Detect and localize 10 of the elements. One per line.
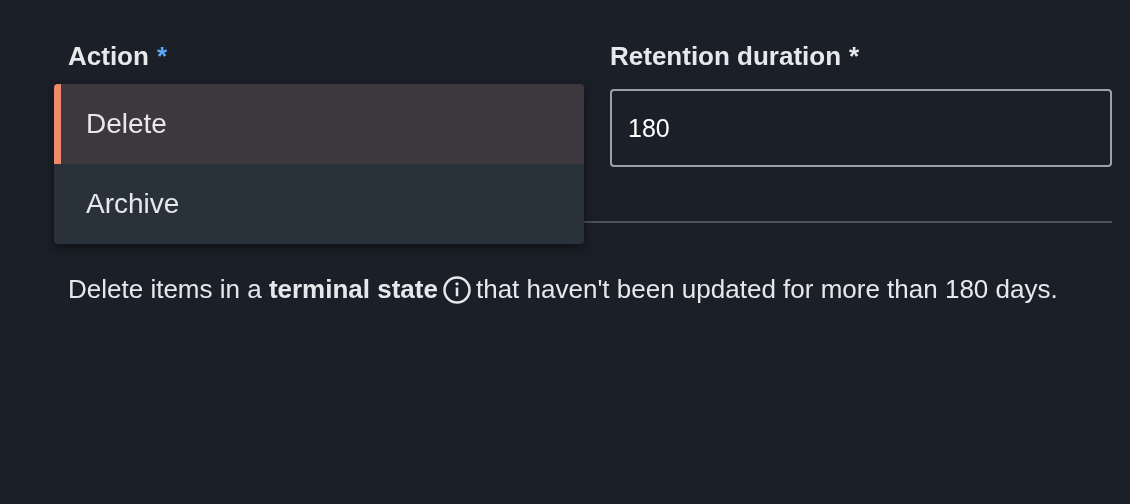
required-mark: * <box>849 40 860 72</box>
field-label: Retention duration <box>610 40 842 72</box>
required-mark: * <box>156 40 167 72</box>
field-label: Action <box>68 40 149 72</box>
description-text: Delete items in a terminal state <box>68 274 438 304</box>
description-text: that haven't been updated for more than 180 days. <box>475 274 1058 304</box>
menu-option[interactable]: Delete <box>54 84 584 164</box>
info-icon[interactable] <box>441 275 472 305</box>
duration-field[interactable]: 180 <box>610 89 1112 167</box>
menu-option[interactable]: Archive <box>54 164 584 244</box>
